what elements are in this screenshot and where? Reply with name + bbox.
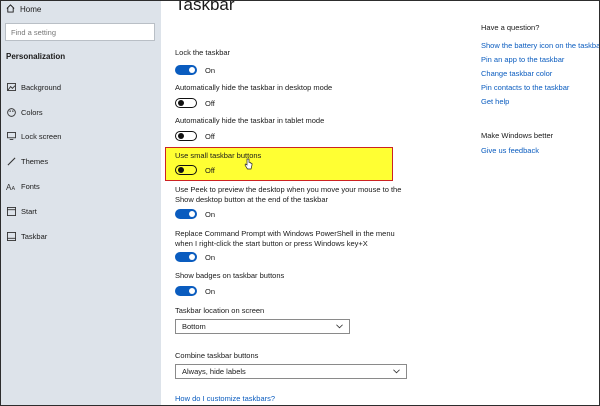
question-heading: Have a question?: [481, 23, 540, 32]
setting-label: Combine taskbar buttons: [175, 351, 259, 360]
toggle-state: On: [205, 286, 216, 296]
chevron-down-icon: [336, 322, 343, 331]
toggle-state: On: [205, 65, 216, 75]
autohide-desktop-toggle[interactable]: [175, 98, 197, 108]
setting-label: Show badges on taskbar buttons: [175, 271, 285, 280]
setting-label: Use Peek to preview the desktop when you…: [175, 185, 401, 205]
setting-label-line: Replace Command Prompt with Windows Powe…: [175, 229, 395, 238]
setting-label-line: Use Peek to preview the desktop when you…: [175, 185, 402, 194]
pin-app-link[interactable]: Pin an app to the taskbar: [481, 55, 564, 64]
setting-label: Automatically hide the taskbar in deskto…: [175, 83, 333, 92]
home-link[interactable]: Home: [6, 2, 41, 16]
pin-contacts-link[interactable]: Pin contacts to the taskbar: [481, 83, 569, 92]
setting-label: Taskbar location on screen: [175, 306, 265, 315]
mouse-cursor-icon: [244, 157, 253, 175]
setting-row: On: [175, 286, 215, 296]
setting-label: Lock the taskbar: [175, 48, 231, 57]
taskbar-color-link[interactable]: Change taskbar color: [481, 69, 552, 78]
feedback-link[interactable]: Give us feedback: [481, 146, 539, 155]
customize-taskbars-link[interactable]: How do I customize taskbars?: [175, 394, 275, 403]
setting-row: On: [175, 65, 215, 75]
sidebar-item-fonts[interactable]: AA Fonts: [1, 177, 161, 195]
chevron-down-icon: [393, 367, 400, 376]
sidebar-item-start[interactable]: Start: [1, 202, 161, 220]
better-heading: Make Windows better: [481, 131, 554, 140]
font-icon: AA: [5, 180, 17, 192]
sidebar-item-background[interactable]: Background: [1, 78, 161, 96]
home-label: Home: [20, 4, 42, 14]
picture-icon: [5, 81, 17, 93]
settings-window: Home Find a setting Personalization Back…: [0, 0, 600, 406]
sidebar-item-label: Colors: [21, 107, 43, 117]
taskbar-icon: [5, 230, 17, 242]
toggle-state: On: [205, 209, 216, 219]
sidebar-item-taskbar[interactable]: Taskbar: [1, 227, 161, 245]
toggle-state: Off: [205, 165, 215, 175]
section-title: Personalization: [6, 52, 66, 61]
sidebar-item-label: Background: [21, 82, 62, 92]
sidebar-item-colors[interactable]: Colors: [1, 103, 161, 121]
svg-text:A: A: [11, 186, 15, 191]
sidebar-item-label: Start: [21, 206, 37, 216]
setting-row: Off: [175, 165, 215, 175]
setting-label-line: when I right-click the start button or p…: [175, 239, 368, 248]
brush-icon: [5, 155, 17, 167]
search-placeholder: Find a setting: [11, 27, 57, 37]
dropdown-value: Always, hide labels: [182, 367, 246, 376]
start-icon: [5, 205, 17, 217]
powershell-toggle[interactable]: [175, 252, 197, 262]
home-icon: [6, 3, 15, 15]
get-help-link[interactable]: Get help: [481, 97, 509, 106]
lock-taskbar-toggle[interactable]: [175, 65, 197, 75]
setting-row: Off: [175, 131, 215, 141]
badges-toggle[interactable]: [175, 286, 197, 296]
setting-row: On: [175, 252, 215, 262]
toggle-state: Off: [205, 131, 215, 141]
palette-icon: [5, 106, 17, 118]
sidebar-item-label: Themes: [21, 156, 49, 166]
main-panel: Taskbar Lock the taskbar On Automaticall…: [161, 1, 471, 405]
autohide-tablet-toggle[interactable]: [175, 131, 197, 141]
sidebar: Home Find a setting Personalization Back…: [1, 1, 161, 405]
taskbar-location-dropdown[interactable]: Bottom: [175, 319, 350, 334]
setting-label: Replace Command Prompt with Windows Powe…: [175, 229, 395, 249]
page-title: Taskbar: [175, 0, 235, 14]
sidebar-item-label: Fonts: [21, 181, 40, 191]
sidebar-item-themes[interactable]: Themes: [1, 152, 161, 170]
setting-label: Automatically hide the taskbar in tablet…: [175, 116, 325, 125]
help-panel: Have a question? Show the battery icon o…: [477, 1, 599, 405]
toggle-state: Off: [205, 98, 215, 108]
monitor-icon: [5, 130, 17, 142]
toggle-state: On: [205, 252, 216, 262]
setting-row: Off: [175, 98, 215, 108]
combine-buttons-dropdown[interactable]: Always, hide labels: [175, 364, 407, 379]
small-buttons-toggle[interactable]: [175, 165, 197, 175]
peek-toggle[interactable]: [175, 209, 197, 219]
search-input[interactable]: Find a setting: [5, 23, 155, 41]
sidebar-item-lock-screen[interactable]: Lock screen: [1, 127, 161, 145]
dropdown-value: Bottom: [182, 322, 206, 331]
battery-icon-link[interactable]: Show the battery icon on the taskbar: [481, 41, 599, 50]
setting-label-line: Show desktop button at the end of the ta…: [175, 195, 329, 204]
sidebar-item-label: Lock screen: [21, 131, 62, 141]
setting-row: On: [175, 209, 215, 219]
sidebar-item-label: Taskbar: [21, 231, 48, 241]
